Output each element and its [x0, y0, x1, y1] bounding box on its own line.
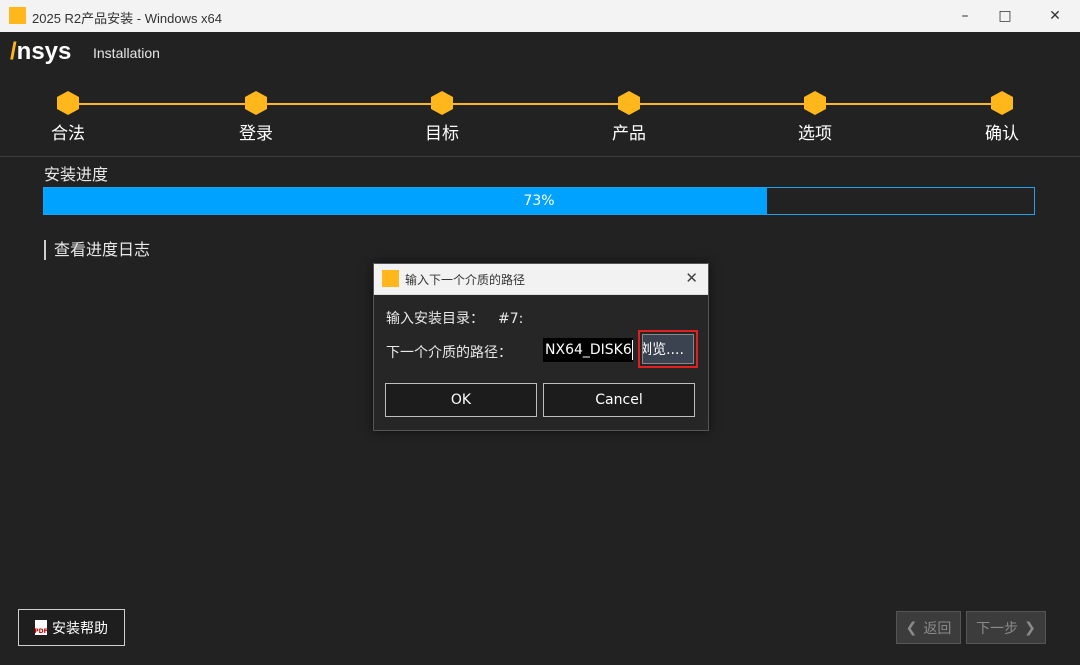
progress-percent: 73% [523, 193, 555, 209]
step-hexagon-icon [991, 91, 1013, 115]
ok-button[interactable]: OK [385, 383, 537, 417]
view-progress-log-link[interactable]: 查看进度日志 [44, 240, 150, 260]
install-progress-bar: 73% [43, 187, 1035, 215]
header-subtitle: Installation [93, 45, 160, 61]
text-caret [632, 340, 633, 360]
media-path-input[interactable] [543, 338, 633, 362]
install-dir-value: #7: [498, 311, 524, 327]
step-confirm: 确认 [962, 91, 1042, 144]
logo-text: nsys [16, 38, 72, 65]
step-login: 登录 [216, 91, 296, 144]
media-path-label: 下一个介质的路径： [386, 345, 512, 361]
step-hexagon-icon [431, 91, 453, 115]
back-label: 返回 [923, 620, 952, 637]
browse-button[interactable]: 浏览.... [642, 334, 694, 364]
step-hexagon-icon [57, 91, 79, 115]
install-dir-row: 输入安装目录： #7: [386, 308, 523, 328]
close-button[interactable]: ✕ [1032, 0, 1078, 32]
window-title: 2025 R2产品安装 - Windows x64 [32, 11, 223, 26]
logo-slash: / [10, 38, 17, 65]
next-button[interactable]: 下一步 ❯ [966, 611, 1046, 644]
next-label: 下一步 [976, 620, 1019, 637]
dialog-title-bar: 输入下一个介质的路径 ✕ [374, 264, 708, 295]
step-label: 选项 [798, 124, 832, 144]
step-label: 登录 [239, 124, 273, 144]
step-hexagon-icon [804, 91, 826, 115]
title-bar: 2025 R2产品安装 - Windows x64 – □ ✕ [0, 0, 1080, 32]
dialog-title: 输入下一个介质的路径 [405, 273, 526, 287]
cancel-button[interactable]: Cancel [543, 383, 695, 417]
step-label: 产品 [612, 124, 646, 144]
next-media-path-dialog: 输入下一个介质的路径 ✕ 输入安装目录： #7: 下一个介质的路径： 浏览....… [373, 263, 709, 431]
chevron-left-icon: ❮ [905, 619, 918, 636]
ansys-app-icon [382, 270, 399, 287]
progress-title: 安装进度 [44, 165, 109, 184]
step-label: 合法 [51, 124, 85, 144]
browse-label: 浏览.... [642, 342, 684, 358]
close-icon: ✕ [1049, 8, 1061, 24]
install-dir-label: 输入安装目录： [386, 311, 484, 327]
step-hexagon-icon [618, 91, 640, 115]
step-options: 选项 [775, 91, 855, 144]
ansys-app-icon [9, 7, 26, 24]
minimize-icon: – [961, 8, 969, 24]
browse-highlight: 浏览.... [638, 330, 698, 368]
dialog-close-icon[interactable]: ✕ [685, 269, 698, 287]
back-button[interactable]: ❮ 返回 [896, 611, 961, 644]
step-hexagon-icon [245, 91, 267, 115]
help-label: 安装帮助 [52, 620, 108, 637]
step-legal: 合法 [28, 91, 108, 144]
step-label: 目标 [425, 124, 459, 144]
ansys-logo: /nsys [10, 38, 71, 66]
step-label: 确认 [985, 124, 1019, 144]
step-products: 产品 [589, 91, 669, 144]
header: /nsys Installation 合法 登录 目标 产品 选项 确认 [0, 32, 1080, 157]
maximize-icon: □ [998, 8, 1012, 24]
maximize-button[interactable]: □ [982, 0, 1028, 32]
chevron-right-icon: ❯ [1024, 619, 1036, 636]
install-help-button[interactable]: PDF 安装帮助 [18, 609, 125, 646]
installer-window: 2025 R2产品安装 - Windows x64 – □ ✕ /nsys In… [0, 0, 1080, 665]
step-target: 目标 [402, 91, 482, 144]
pdf-icon: PDF [34, 620, 48, 635]
step-progress-line [68, 103, 1002, 105]
